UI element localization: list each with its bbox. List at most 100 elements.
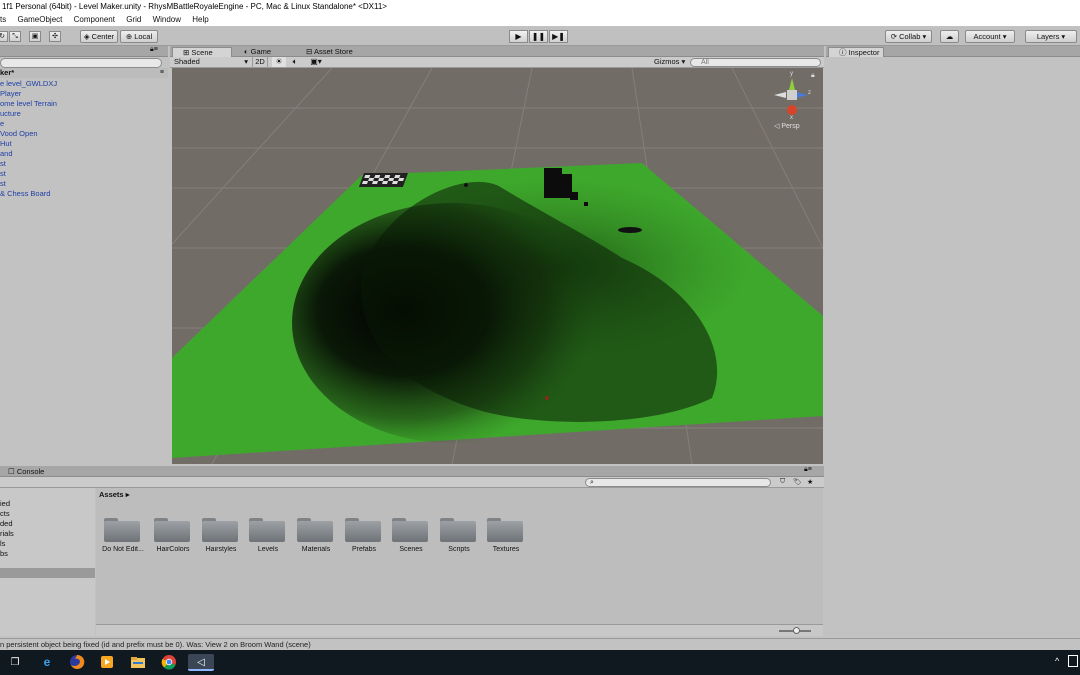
list-item[interactable]: st	[0, 179, 168, 189]
search-icon: ⌕	[590, 479, 594, 486]
tree-item-selected[interactable]	[0, 568, 95, 578]
menu-bar: ts GameObject Component Grid Window Help	[0, 14, 1080, 26]
asset-folder[interactable]: Scripts	[438, 518, 484, 553]
asset-folder[interactable]: Textures	[485, 518, 531, 553]
cloud-icon[interactable]: ☁	[940, 30, 959, 43]
scale-tool-icon[interactable]: ⤡	[9, 31, 21, 42]
favorites-star-icon[interactable]: ★	[807, 478, 813, 486]
folder-icon	[345, 518, 381, 542]
list-item[interactable]: Player	[0, 89, 168, 99]
chevron-up-icon[interactable]: ^	[1055, 656, 1059, 666]
tab-console[interactable]: ☐ Console	[0, 467, 60, 477]
chrome-icon[interactable]	[160, 654, 178, 671]
transform-tool-icon[interactable]: ✣	[49, 31, 61, 42]
pivot-local-label: Local	[134, 32, 153, 41]
asset-folder[interactable]: Prefabs	[343, 518, 389, 553]
persp-label[interactable]: ◁ Persp	[774, 122, 800, 130]
scene-menu-icon[interactable]: ≡	[160, 68, 164, 78]
project-tabstrip: ☐ Console 🔒︎≡	[0, 466, 824, 477]
scene-lock-icon[interactable]: 🔒︎	[811, 72, 815, 80]
asset-folder[interactable]: HairColors	[152, 518, 198, 553]
menu-item-component[interactable]: Component	[74, 15, 115, 24]
tree-item[interactable]: ded	[0, 519, 95, 529]
effects-dropdown-icon[interactable]: ▣▾	[306, 57, 326, 67]
tree-item[interactable]: ied	[0, 499, 95, 509]
collab-button[interactable]: ⟳ Collab ▾	[885, 30, 932, 43]
shading-mode-label: Shaded	[174, 57, 200, 66]
gizmos-dropdown[interactable]: Gizmos ▾	[654, 57, 688, 67]
list-item[interactable]: e level_GWLDXJ	[0, 79, 168, 89]
console-icon: ☐	[8, 467, 15, 476]
scene-viewport[interactable]: y z x ◁ Persp 🔒︎	[172, 68, 823, 464]
tree-item[interactable]: cts	[0, 509, 95, 519]
menu-item-grid[interactable]: Grid	[126, 15, 141, 24]
project-search-input[interactable]: ⌕	[585, 478, 771, 487]
asset-folder[interactable]: Levels	[247, 518, 293, 553]
tab-inspector[interactable]: ⓘ Inspector	[828, 47, 884, 57]
filter-label-icon[interactable]: 🏷︎	[793, 478, 802, 486]
chevron-down-icon: ▾	[244, 57, 248, 66]
asset-folder[interactable]: Hairstyles	[200, 518, 246, 553]
tab-asset-store[interactable]: ⊟ Asset Store	[296, 47, 366, 57]
folder-label: Levels	[257, 546, 279, 553]
scene-search-placeholder: All	[701, 59, 709, 66]
window-title: 1f1 Personal (64bit) - Level Maker.unity…	[0, 0, 1080, 14]
pivot-local-button[interactable]: ⊕ Local	[120, 30, 158, 43]
folder-icon	[202, 518, 238, 542]
menu-item-assets[interactable]: ts	[0, 15, 6, 24]
status-bar[interactable]: n persistent object being fixed (id and …	[0, 638, 1080, 650]
task-view-icon[interactable]: ❐	[6, 654, 24, 671]
tray-icon[interactable]	[1068, 655, 1078, 667]
tab-scene[interactable]: ⊞ Scene	[172, 47, 232, 57]
list-item[interactable]: & Chess Board	[0, 189, 168, 199]
scene-search-input[interactable]: All	[690, 58, 821, 67]
tab-game[interactable]: ◐ Game	[234, 47, 294, 57]
list-item[interactable]: st	[0, 159, 168, 169]
play-button[interactable]: ▶	[509, 30, 528, 43]
file-explorer-icon[interactable]	[129, 654, 147, 671]
breadcrumb-assets: Assets	[99, 490, 124, 499]
tree-item[interactable]: bs	[0, 549, 95, 559]
edge-icon[interactable]: e	[38, 654, 56, 671]
filter-type-icon[interactable]: ⛉	[780, 478, 785, 486]
rect-tool-icon[interactable]: ▣	[29, 31, 41, 42]
list-item[interactable]: Hut	[0, 139, 168, 149]
lighting-toggle-icon[interactable]: ☀	[272, 57, 286, 67]
shading-mode-dropdown[interactable]: Shaded ▾	[174, 57, 250, 67]
menu-item-help[interactable]: Help	[192, 15, 208, 24]
list-item[interactable]: Vood Open	[0, 129, 168, 139]
asset-folder[interactable]: Scenes	[390, 518, 436, 553]
project-lock-icon[interactable]: 🔒︎≡	[804, 466, 812, 474]
icon-size-slider-handle[interactable]	[793, 627, 800, 634]
2d-toggle[interactable]: 2D	[252, 57, 268, 67]
firefox-icon[interactable]	[68, 654, 86, 671]
audio-toggle-icon[interactable]: 🔈︎	[288, 57, 302, 67]
asset-folder[interactable]: Materials	[295, 518, 341, 553]
pause-button[interactable]: ❚❚	[529, 30, 548, 43]
list-item[interactable]: ucture	[0, 109, 168, 119]
hierarchy-search-input[interactable]	[0, 58, 162, 68]
lock-icon[interactable]: 🔒︎≡	[150, 46, 158, 54]
menu-item-gameobject[interactable]: GameObject	[17, 15, 62, 24]
list-item[interactable]: and	[0, 149, 168, 159]
inspector-panel: ⓘ Inspector	[826, 46, 1080, 650]
tree-item[interactable]: rials	[0, 529, 95, 539]
breadcrumb[interactable]: Assets ▸	[99, 490, 129, 499]
asset-store-icon: ⊟	[306, 47, 313, 56]
menu-item-window[interactable]: Window	[153, 15, 181, 24]
layers-button[interactable]: Layers ▾	[1025, 30, 1077, 43]
tree-item[interactable]: ls	[0, 539, 95, 549]
scene-orientation-gizmo[interactable]: y z x ◁ Persp	[770, 71, 814, 130]
project-folder-tree: ied cts ded rials ls bs	[0, 488, 95, 636]
list-item[interactable]: e	[0, 119, 168, 129]
pivot-center-button[interactable]: ◈ Center	[80, 30, 118, 43]
media-player-icon[interactable]	[98, 654, 116, 671]
step-button[interactable]: ▶❚	[549, 30, 568, 43]
asset-folder[interactable]: Do Not Edit...	[102, 518, 148, 553]
list-item[interactable]: st	[0, 169, 168, 179]
account-button[interactable]: Account ▾	[965, 30, 1015, 43]
list-item[interactable]: ome level Terrain	[0, 99, 168, 109]
scene-header-row: ker* ≡	[0, 68, 168, 78]
unity-icon[interactable]: ◁	[188, 654, 214, 671]
rotate-tool-icon[interactable]: ↻	[0, 31, 8, 42]
